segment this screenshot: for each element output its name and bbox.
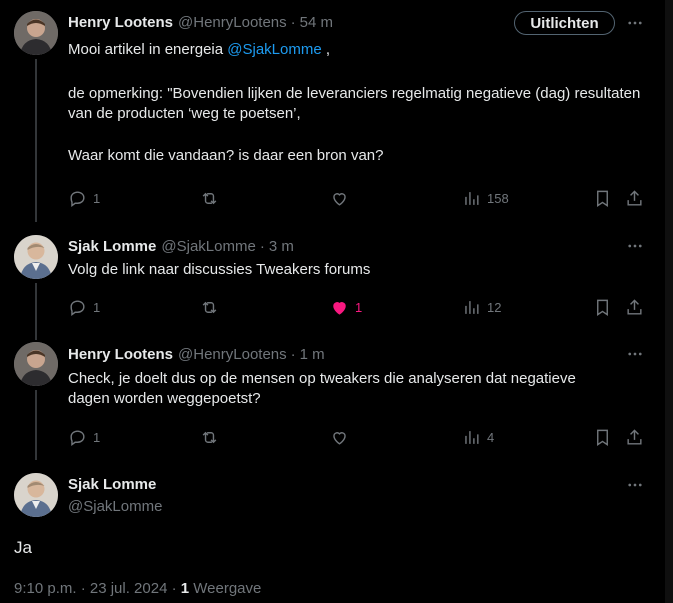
reply-count: 1 xyxy=(93,429,101,445)
reply-count: 1 xyxy=(93,299,101,315)
views-button[interactable]: 158 xyxy=(462,187,509,209)
tweet-timestamp[interactable]: 9:10 p.m. · 23 jul. 2024 · xyxy=(14,580,181,597)
bookmark-button[interactable] xyxy=(593,187,612,209)
tweet-text: Volg de link naar discussies Tweakers fo… xyxy=(68,260,658,280)
like-icon xyxy=(333,192,346,206)
like-icon xyxy=(333,431,346,445)
more-icon[interactable] xyxy=(624,236,646,256)
separator-dot: · xyxy=(290,13,296,31)
tweet-paragraph: Volg de link naar discussies Tweakers fo… xyxy=(68,261,371,278)
like-button[interactable]: 1 xyxy=(330,296,362,318)
more-icon[interactable] xyxy=(624,344,646,364)
reply-button[interactable]: 1 xyxy=(68,187,100,209)
reply-icon xyxy=(70,190,85,207)
tweet-paragraph: Waar komt die vandaan? is daar een bron … xyxy=(68,147,384,164)
share-icon xyxy=(627,298,642,315)
focus-author-name[interactable]: Sjak Lomme xyxy=(68,476,156,493)
thread-connector xyxy=(35,390,37,460)
tweet-text: Check, je doelt dus op de mensen op twea… xyxy=(68,369,588,409)
author-name[interactable]: Sjak Lomme xyxy=(68,238,156,255)
share-button[interactable] xyxy=(625,296,644,318)
tweet-header: Sjak Lomme @SjakLomme · 3 m xyxy=(68,236,294,256)
views-button[interactable]: 12 xyxy=(462,296,501,318)
more-icon[interactable] xyxy=(624,13,646,33)
tweet-actions: 1 158 xyxy=(60,187,660,209)
avatar-sjak[interactable] xyxy=(14,473,58,517)
tweet-paragraph: Check, je doelt dus op de mensen op twea… xyxy=(68,370,576,407)
more-icon[interactable] xyxy=(624,475,646,495)
text-segment: , xyxy=(321,41,331,58)
highlight-button[interactable]: Uitlichten xyxy=(514,11,615,35)
like-icon xyxy=(333,301,346,315)
tweet-henry-1[interactable]: Henry Lootens @HenryLootens · 54 m Uitli… xyxy=(0,0,664,222)
bookmark-icon xyxy=(597,190,608,207)
text-segment: Mooi artikel in energeia xyxy=(68,41,228,58)
retweet-button[interactable] xyxy=(200,187,219,209)
author-name[interactable]: Henry Lootens xyxy=(68,346,173,363)
author-handle[interactable]: @HenryLootens xyxy=(178,346,287,363)
like-button[interactable] xyxy=(330,426,349,448)
bookmark-icon xyxy=(597,429,608,446)
views-count: 158 xyxy=(487,190,509,206)
tweet-paragraph: de opmerking: "Bovendien lijken de lever… xyxy=(68,85,641,122)
tweet-time[interactable]: 54 m xyxy=(300,14,333,31)
retweet-button[interactable] xyxy=(200,426,219,448)
views-button[interactable]: 4 xyxy=(462,426,494,448)
bookmark-button[interactable] xyxy=(593,426,612,448)
tweet-actions: 1 1 12 xyxy=(60,296,660,318)
separator-dot: · xyxy=(290,345,296,363)
share-button[interactable] xyxy=(625,187,644,209)
share-icon xyxy=(627,189,642,206)
tweet-henry-2[interactable]: Henry Lootens @HenryLootens · 1 m Check,… xyxy=(0,340,664,460)
tweet-time[interactable]: 1 m xyxy=(300,346,325,363)
reply-icon xyxy=(70,299,85,316)
tweet-header: Henry Lootens @HenryLootens · 1 m xyxy=(68,344,325,364)
tweet-header: Henry Lootens @HenryLootens · 54 m xyxy=(68,12,333,32)
avatar-sjak[interactable] xyxy=(14,235,58,279)
author-name[interactable]: Henry Lootens xyxy=(68,14,173,31)
reply-button[interactable]: 1 xyxy=(68,426,100,448)
view-count: 1 xyxy=(180,580,190,597)
focus-author-handle[interactable]: @SjakLomme xyxy=(68,498,162,515)
focus-tweet-text: Ja xyxy=(14,538,32,557)
views-count: 12 xyxy=(487,299,502,315)
bookmark-icon xyxy=(597,299,608,316)
retweet-icon xyxy=(202,301,217,313)
reply-icon xyxy=(70,429,85,446)
tweet-sjak-1[interactable]: Sjak Lomme @SjakLomme · 3 m Volg de link… xyxy=(0,222,664,340)
avatar-henry[interactable] xyxy=(14,11,58,55)
retweet-icon xyxy=(202,192,217,204)
retweet-button[interactable] xyxy=(200,296,219,318)
views-count: 4 xyxy=(487,429,495,445)
bookmark-button[interactable] xyxy=(593,296,612,318)
views-icon xyxy=(465,430,479,444)
like-count: 1 xyxy=(355,299,363,315)
mention-link[interactable]: @SjakLomme xyxy=(227,41,321,58)
reply-button[interactable]: 1 xyxy=(68,296,100,318)
tweet-meta: 9:10 p.m. · 23 jul. 2024 · 1 Weergave xyxy=(14,580,261,597)
avatar-henry[interactable] xyxy=(14,342,58,386)
tweet-text: Mooi artikel in energeia @SjakLomme , de… xyxy=(68,40,658,166)
scrollbar[interactable] xyxy=(665,0,673,603)
like-button[interactable] xyxy=(330,187,349,209)
view-label: Weergave xyxy=(189,580,262,597)
tweet-time[interactable]: 3 m xyxy=(269,238,294,255)
author-handle[interactable]: @HenryLootens xyxy=(178,14,287,31)
views-icon xyxy=(465,191,479,205)
share-icon xyxy=(627,428,642,445)
conversation-thread: Henry Lootens @HenryLootens · 54 m Uitli… xyxy=(0,0,673,603)
author-handle[interactable]: @SjakLomme xyxy=(161,238,255,255)
tweet-actions: 1 4 xyxy=(60,426,660,448)
separator-dot: · xyxy=(259,237,265,255)
thread-connector xyxy=(35,283,37,340)
tweet-paragraph: Mooi artikel in energeia @SjakLomme , xyxy=(68,40,658,60)
retweet-icon xyxy=(202,431,217,443)
thread-connector xyxy=(35,59,37,222)
views-icon xyxy=(465,300,479,314)
reply-count: 1 xyxy=(93,190,101,206)
share-button[interactable] xyxy=(625,426,644,448)
